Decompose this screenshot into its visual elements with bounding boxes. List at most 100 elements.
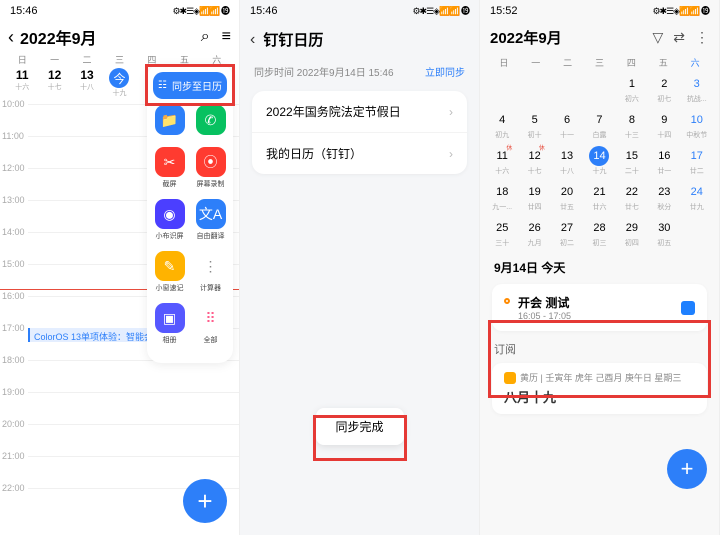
sync-complete-toast: 同步完成 <box>315 408 403 445</box>
back-button[interactable]: ‹ <box>250 31 255 49</box>
calendar-day-cell[interactable]: 休12十七 <box>518 143 550 179</box>
calendar-day-cell[interactable]: 17廿二 <box>681 143 713 179</box>
calendar-day-cell[interactable]: 1初六 <box>616 71 648 107</box>
calendar-day-cell[interactable]: 25三十 <box>486 215 518 251</box>
calendar-day-cell[interactable]: 13十八 <box>551 143 583 179</box>
month-title: 2022年9月 <box>20 25 97 49</box>
calendar-day-cell[interactable]: 30初五 <box>648 215 680 251</box>
calendar-day-cell[interactable]: 29初四 <box>616 215 648 251</box>
calendar-day-cell[interactable]: 20廿五 <box>551 179 583 215</box>
event-dot-icon <box>504 298 510 304</box>
calendar-day-cell[interactable]: 26九月 <box>518 215 550 251</box>
status-bar: 15:46 ⚙✱☰◈📶📶 ⓳ <box>0 0 239 21</box>
calendar-header: ‹ 2022年9月 ⌕ ≡ <box>0 21 239 53</box>
sync-info-row: 同步时间 2022年9月14日 15:46 立即同步 <box>240 58 479 85</box>
week-header: 日一二三四五六 <box>480 54 719 71</box>
list-label: 2022年国务院法定节假日 <box>266 103 401 120</box>
back-button[interactable]: ‹ <box>8 27 14 48</box>
calendar-day-cell[interactable]: 18九一... <box>486 179 518 215</box>
calendar-day-cell[interactable]: 7白露 <box>583 107 615 143</box>
event-time: 16:05 - 17:05 <box>518 311 571 321</box>
status-bar: 15:46 ⚙✱☰◈📶📶 ⓳ <box>240 0 479 21</box>
event-card[interactable]: 开会 测试 16:05 - 17:05 <box>492 284 707 331</box>
sync-now-link[interactable]: 立即同步 <box>425 64 465 79</box>
phone-screen-3: 15:52 ⚙✱☰◈📶📶 ⓳ 2022年9月 ▽ ⇄ ⋮ 日一二三四五六 1初六… <box>480 0 720 535</box>
month-title: 2022年9月 <box>490 27 562 48</box>
calendar-list-item[interactable]: 我的日历（钉钉） › <box>252 132 467 174</box>
status-time: 15:52 <box>490 5 518 17</box>
status-time: 15:46 <box>250 5 278 17</box>
almanac-card[interactable]: 黄历 | 壬寅年 虎年 己酉月 庚午日 星期三 八月十九 <box>492 363 707 414</box>
settings-icon[interactable]: ≡ <box>222 28 231 46</box>
calendar-day-cell <box>681 215 713 251</box>
sidebar-app-item[interactable]: ✎小窗速记 <box>152 251 188 293</box>
calendar-day-cell[interactable]: 22廿七 <box>616 179 648 215</box>
calendar-day-cell[interactable]: 24廿九 <box>681 179 713 215</box>
today-section-header: 9月14日 今天 <box>480 251 719 280</box>
calendar-list-item[interactable]: 2022年国务院法定节假日 › <box>252 91 467 132</box>
almanac-icon <box>504 372 516 384</box>
calendar-day-cell[interactable]: 23秋分 <box>648 179 680 215</box>
calendar-icon: ☷ <box>158 80 167 91</box>
status-bar: 15:52 ⚙✱☰◈📶📶 ⓳ <box>480 0 719 21</box>
lunar-date: 八月十九 <box>504 387 695 406</box>
sidebar-app-item[interactable]: 📁 <box>152 105 188 137</box>
dingtalk-icon <box>681 301 695 315</box>
status-icons: ⚙✱☰◈📶📶 ⓳ <box>172 4 229 17</box>
status-time: 15:46 <box>10 5 38 17</box>
almanac-info: 黄历 | 壬寅年 虎年 己酉月 庚午日 星期三 <box>520 371 681 384</box>
calendar-day-cell[interactable]: 21廿六 <box>583 179 615 215</box>
subscribe-section-header: 订阅 <box>480 335 719 359</box>
event-title: 开会 测试 <box>518 294 571 311</box>
sidebar-app-item[interactable]: ⋮计算器 <box>193 251 229 293</box>
calendar-day-cell[interactable]: 19廿四 <box>518 179 550 215</box>
calendar-day-cell[interactable]: 27初二 <box>551 215 583 251</box>
chevron-right-icon: › <box>449 105 453 119</box>
chevron-right-icon: › <box>449 147 453 161</box>
smart-sidebar-panel: ☷ 同步至日历 📁✆✂截屏⦿屏幕录制◉小布识屏文A自由翻译✎小窗速记⋮计算器▣相… <box>147 64 233 363</box>
calendar-day-cell[interactable]: 28初三 <box>583 215 615 251</box>
add-event-fab[interactable]: + <box>667 449 707 489</box>
calendar-day-cell[interactable]: 10中秋节 <box>681 107 713 143</box>
sync-to-calendar-button[interactable]: ☷ 同步至日历 <box>153 72 227 99</box>
calendar-day-cell <box>583 71 615 107</box>
list-label: 我的日历（钉钉） <box>266 145 362 162</box>
calendar-day-cell <box>486 71 518 107</box>
sidebar-app-item[interactable]: 文A自由翻译 <box>193 199 229 241</box>
status-icons: ⚙✱☰◈📶📶 ⓳ <box>412 4 469 17</box>
sidebar-app-item[interactable]: ✂截屏 <box>152 147 188 189</box>
phone-screen-2: 15:46 ⚙✱☰◈📶📶 ⓳ ‹ 钉钉日历 同步时间 2022年9月14日 15… <box>240 0 480 535</box>
calendar-list-card: 2022年国务院法定节假日 › 我的日历（钉钉） › <box>252 91 467 174</box>
calendar-day-cell[interactable]: 4初九 <box>486 107 518 143</box>
calendar-day-cell[interactable]: 休11十六 <box>486 143 518 179</box>
calendar-day-cell[interactable]: 8十三 <box>616 107 648 143</box>
sidebar-app-item[interactable]: ⠿全部 <box>193 303 229 345</box>
calendar-day-cell[interactable]: 14十九 <box>583 143 615 179</box>
calendar-day-cell <box>551 71 583 107</box>
page-title: 钉钉日历 <box>263 29 323 50</box>
calendar-day-cell[interactable]: 16廿一 <box>648 143 680 179</box>
calendar-header: 2022年9月 ▽ ⇄ ⋮ <box>480 21 719 54</box>
more-icon[interactable]: ⋮ <box>695 29 709 46</box>
calendar-day-cell[interactable]: 15二十 <box>616 143 648 179</box>
sync-label: 同步至日历 <box>172 78 222 93</box>
search-icon[interactable]: ⌕ <box>201 28 210 46</box>
sidebar-app-item[interactable]: ◉小布识屏 <box>152 199 188 241</box>
calendar-day-cell[interactable]: 9十四 <box>648 107 680 143</box>
last-sync-time: 同步时间 2022年9月14日 15:46 <box>254 64 394 79</box>
page-header: ‹ 钉钉日历 <box>240 21 479 58</box>
month-grid[interactable]: 1初六2初七3抗战... 4初九5初十6十一7白露8十三9十四10中秋节休11十六… <box>480 71 719 251</box>
calendar-day-cell[interactable]: 3抗战... <box>681 71 713 107</box>
calendar-day-cell[interactable]: 5初十 <box>518 107 550 143</box>
add-event-fab[interactable]: + <box>183 479 227 523</box>
status-icons: ⚙✱☰◈📶📶 ⓳ <box>652 4 709 17</box>
calendar-day-cell[interactable]: 6十一 <box>551 107 583 143</box>
calendar-day-cell[interactable]: 2初七 <box>648 71 680 107</box>
phone-screen-1: 15:46 ⚙✱☰◈📶📶 ⓳ ‹ 2022年9月 ⌕ ≡ 日一二三四五六 11十… <box>0 0 240 535</box>
filter-icon[interactable]: ▽ <box>652 29 663 46</box>
sidebar-app-item[interactable]: ▣相册 <box>152 303 188 345</box>
calendar-day-cell <box>518 71 550 107</box>
sidebar-app-item[interactable]: ⦿屏幕录制 <box>193 147 229 189</box>
swap-icon[interactable]: ⇄ <box>673 29 685 46</box>
sidebar-app-item[interactable]: ✆ <box>193 105 229 137</box>
